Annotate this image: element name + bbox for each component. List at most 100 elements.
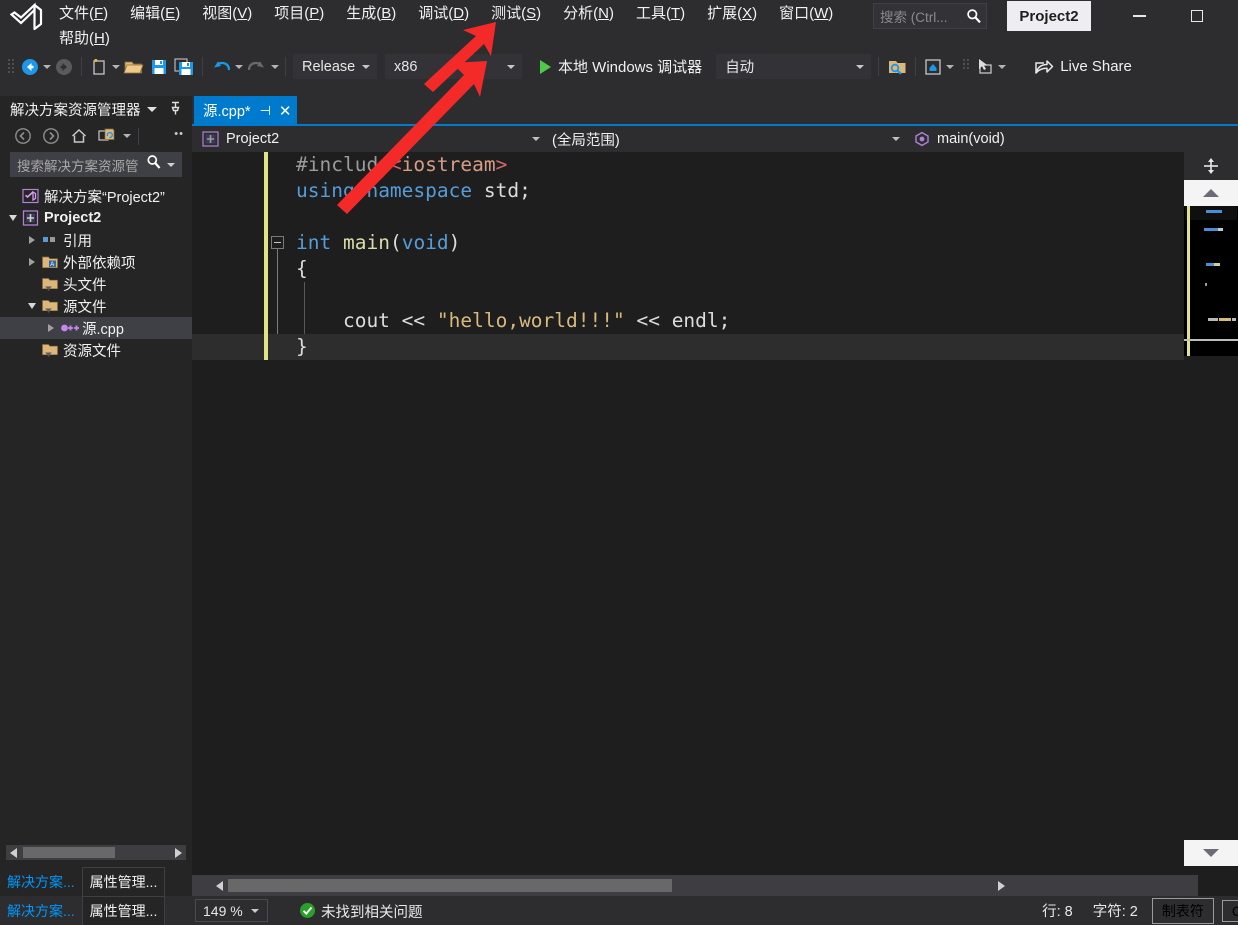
se-back-button[interactable] xyxy=(10,125,36,147)
chevron-down-icon[interactable] xyxy=(146,106,157,112)
scroll-left-icon[interactable] xyxy=(216,881,223,891)
toolbar-grip-2[interactable] xyxy=(961,57,971,77)
open-file-button[interactable] xyxy=(121,54,147,80)
editor-minimap-scrollbar[interactable] xyxy=(1184,152,1238,866)
undo-button[interactable] xyxy=(208,54,234,80)
menu-item-6[interactable]: 测试(S) xyxy=(480,1,552,27)
navbar-member-combo[interactable]: main(void) xyxy=(912,126,1005,152)
scroll-right-icon[interactable] xyxy=(175,847,182,858)
menu-item-4[interactable]: 生成(B) xyxy=(335,1,407,27)
menu-item-2[interactable]: 视图(V) xyxy=(191,1,263,27)
code-editor-surface[interactable]: #include<iostream> using namespace std; in… xyxy=(192,152,1238,866)
se-home-button[interactable] xyxy=(66,125,92,147)
navbar-project-combo[interactable]: Project2 xyxy=(192,126,552,152)
tree-node-3[interactable]: A 外部依赖项 xyxy=(0,251,192,273)
menu-item-9[interactable]: 扩展(X) xyxy=(696,1,768,27)
code-line-1[interactable]: #include<iostream> xyxy=(192,152,1238,178)
tree-node-1[interactable]: Project2 xyxy=(0,207,192,229)
tree-node-6[interactable]: 源.cpp xyxy=(0,317,192,339)
window-layout-dropdown[interactable] xyxy=(945,54,955,80)
navbar-scope-combo[interactable]: (全局范围) xyxy=(552,126,912,152)
code-line-6[interactable] xyxy=(192,282,1238,308)
new-item-dropdown[interactable] xyxy=(111,54,121,80)
pin-icon[interactable]: ⊣ xyxy=(260,103,271,119)
zoom-level-combo[interactable]: 149 % xyxy=(195,899,268,922)
chevron-right-icon[interactable] xyxy=(23,252,40,272)
project-name-chip[interactable]: Project2 xyxy=(1007,1,1091,31)
navigate-backward-button[interactable] xyxy=(18,54,42,80)
scroll-right-icon[interactable] xyxy=(998,881,1005,891)
panel-tab-0[interactable]: 解决方案... xyxy=(0,897,82,925)
save-all-button[interactable] xyxy=(171,54,197,80)
menu-item-10[interactable]: 窗口(W) xyxy=(768,1,844,27)
solution-configuration-combo[interactable]: Release xyxy=(293,54,377,79)
menu-item-8[interactable]: 工具(T) xyxy=(625,1,696,27)
scroll-thumb[interactable] xyxy=(23,847,115,858)
quick-search-box[interactable]: 搜索 (Ctrl... xyxy=(873,3,987,29)
scroll-down-button[interactable] xyxy=(1184,840,1238,866)
live-share-button[interactable]: Live Share xyxy=(1027,54,1138,80)
tree-node-0[interactable]: 解决方案“Project2” xyxy=(0,185,192,207)
minimize-button[interactable] xyxy=(1116,2,1162,30)
minimap-body[interactable] xyxy=(1184,206,1238,866)
split-view-handle[interactable] xyxy=(1184,152,1238,180)
select-element-dropdown[interactable] xyxy=(997,54,1007,80)
new-item-button[interactable] xyxy=(87,54,111,80)
menu-item-1[interactable]: 编辑(E) xyxy=(119,1,191,27)
code-line-2[interactable]: using namespace std; xyxy=(192,178,1238,204)
chevron-down-icon[interactable] xyxy=(23,296,40,316)
pin-button[interactable] xyxy=(169,101,182,121)
se-forward-button[interactable] xyxy=(38,125,64,147)
undo-dropdown[interactable] xyxy=(234,54,244,80)
encoding-indicator[interactable]: C xyxy=(1221,899,1238,922)
code-line-3[interactable] xyxy=(192,204,1238,230)
panel-tab-1[interactable]: 属性管理... xyxy=(81,896,166,925)
code-line-5[interactable]: { xyxy=(192,256,1238,282)
toolbar-grip[interactable] xyxy=(6,57,16,77)
close-icon[interactable]: ✕ xyxy=(279,102,292,120)
select-element-button[interactable] xyxy=(973,54,997,80)
panel-tab-0[interactable]: 解决方案... xyxy=(0,868,82,896)
chevron-right-icon[interactable] xyxy=(23,230,40,250)
code-line-7[interactable]: cout << "hello,world!!!" << endl; xyxy=(192,308,1238,334)
tree-node-2[interactable]: 引用 xyxy=(0,229,192,251)
se-search-dropdown-icon[interactable] xyxy=(167,162,175,167)
tree-node-7[interactable]: 资源文件 xyxy=(0,339,192,361)
problem-status-text[interactable]: 未找到相关问题 xyxy=(321,901,423,922)
editor-tab-source-cpp[interactable]: 源.cpp* ⊣ ✕ xyxy=(194,96,298,125)
find-in-files-button[interactable] xyxy=(884,54,910,80)
scroll-thumb[interactable] xyxy=(228,879,672,892)
tree-node-5[interactable]: 源文件 xyxy=(0,295,192,317)
solution-platform-combo[interactable]: x86 xyxy=(385,54,522,79)
chevron-down-icon[interactable] xyxy=(4,208,21,228)
menu-item-5[interactable]: 调试(D) xyxy=(407,1,480,27)
se-toolbar-overflow-button[interactable]: •• xyxy=(174,128,184,140)
code-line-8[interactable]: } xyxy=(192,334,1238,360)
debug-target-combo[interactable]: 自动 xyxy=(716,54,872,79)
code-line-4[interactable]: int main(void) xyxy=(192,230,1238,256)
panel-tab-1[interactable]: 属性管理... xyxy=(81,867,166,896)
chevron-right-icon[interactable] xyxy=(42,318,59,338)
menu-item-3[interactable]: 项目(P) xyxy=(263,1,335,27)
tabs-mode-indicator[interactable]: 制表符 xyxy=(1151,897,1214,924)
tree-node-4[interactable]: 头文件 xyxy=(0,273,192,295)
scroll-up-button[interactable] xyxy=(1184,180,1238,206)
redo-dropdown[interactable] xyxy=(270,54,280,80)
se-sync-button[interactable] xyxy=(94,125,120,147)
se-sync-dropdown[interactable] xyxy=(122,123,132,149)
window-layout-button[interactable] xyxy=(921,54,945,80)
editor-horizontal-scrollbar[interactable] xyxy=(192,875,1198,896)
start-debugging-button[interactable]: 本地 Windows 调试器 xyxy=(534,54,712,80)
maximize-button[interactable] xyxy=(1174,2,1220,30)
solution-explorer-hscrollbar[interactable] xyxy=(6,845,186,860)
navigate-backward-dropdown[interactable] xyxy=(42,54,52,80)
menu-item-0[interactable]: 帮助(H) xyxy=(48,26,121,52)
menu-item-0[interactable]: 文件(F) xyxy=(48,1,119,27)
minimap-viewport[interactable] xyxy=(1185,206,1237,220)
solution-explorer-search-box[interactable]: 搜索解决方案资源管 xyxy=(10,152,182,177)
navigate-forward-button[interactable] xyxy=(52,54,76,80)
redo-button[interactable] xyxy=(244,54,270,80)
scroll-left-icon[interactable] xyxy=(10,847,17,858)
save-button[interactable] xyxy=(147,54,171,80)
menu-item-7[interactable]: 分析(N) xyxy=(552,1,625,27)
